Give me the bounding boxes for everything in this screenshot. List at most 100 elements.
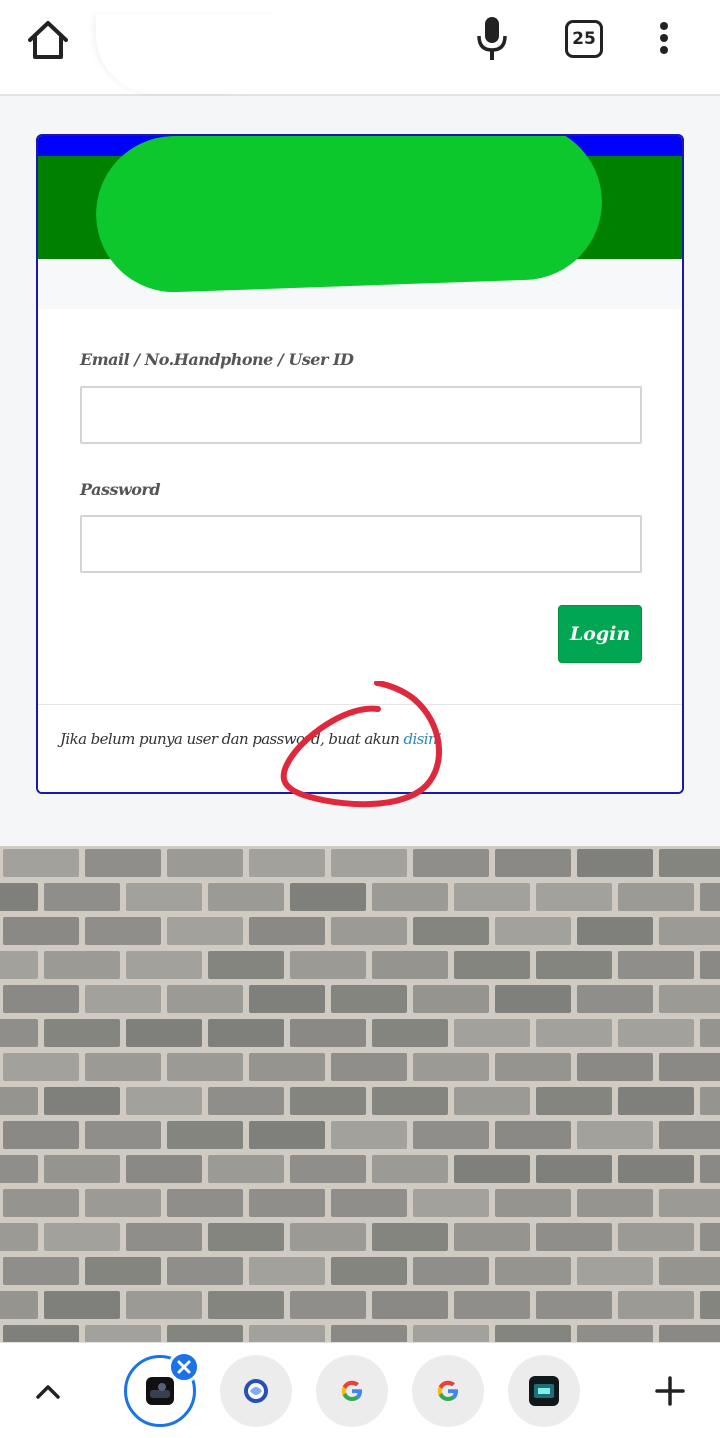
brick (577, 1189, 653, 1217)
microphone-icon (477, 17, 507, 60)
brick (44, 1019, 120, 1047)
brick (372, 1155, 448, 1183)
address-bar[interactable] (96, 14, 276, 94)
brick (208, 883, 284, 911)
brick (618, 951, 694, 979)
brick (659, 1189, 720, 1217)
brick (126, 1155, 202, 1183)
brick (413, 1325, 489, 1342)
brick (454, 1155, 530, 1183)
brick (331, 849, 407, 877)
home-button[interactable] (24, 18, 72, 62)
brick (495, 1053, 571, 1081)
tab-thumb-google-icon (437, 1380, 458, 1401)
brick (536, 951, 612, 979)
brick (167, 985, 243, 1013)
brick (536, 1087, 612, 1115)
email-field[interactable] (80, 386, 642, 444)
brick (372, 1087, 448, 1115)
brick (413, 1189, 489, 1217)
brick (85, 1121, 161, 1149)
brick (126, 951, 202, 979)
brick (331, 985, 407, 1013)
brick (495, 985, 571, 1013)
brick (0, 951, 38, 979)
brick (167, 1189, 243, 1217)
brick-wall-pattern (0, 846, 720, 1342)
brick (618, 883, 694, 911)
brick (249, 1053, 325, 1081)
brick (454, 1223, 530, 1251)
brick (331, 1053, 407, 1081)
login-button[interactable]: Login (558, 605, 642, 663)
brick (618, 1019, 694, 1047)
register-prompt: Jika belum punya user dan password, buat… (60, 730, 442, 748)
password-field[interactable] (80, 515, 642, 573)
brick (3, 849, 79, 877)
brick (167, 1257, 243, 1285)
brick (372, 951, 448, 979)
redaction-scribble (93, 136, 605, 295)
collapse-tab-strip-button[interactable] (30, 1373, 66, 1409)
brick (167, 849, 243, 877)
more-options-button[interactable] (652, 18, 676, 62)
brick (495, 1257, 571, 1285)
tab-thumb-2[interactable] (220, 1355, 292, 1427)
brick (167, 1053, 243, 1081)
brick (249, 1121, 325, 1149)
brick (454, 1087, 530, 1115)
brick (249, 849, 325, 877)
brick (700, 1155, 720, 1183)
brick (290, 1223, 366, 1251)
brick (0, 1155, 38, 1183)
brick (495, 1121, 571, 1149)
brick (3, 917, 79, 945)
brick (700, 1019, 720, 1047)
brick (0, 1291, 38, 1319)
brick (0, 883, 38, 911)
brick (3, 985, 79, 1013)
brick (659, 917, 720, 945)
brick (3, 1325, 79, 1342)
brick (618, 1223, 694, 1251)
brick (85, 1189, 161, 1217)
brick (290, 1019, 366, 1047)
brick (249, 1325, 325, 1342)
tab-thumb-3[interactable] (316, 1355, 388, 1427)
email-label: Email / No.Handphone / User ID (80, 350, 354, 369)
register-link[interactable]: disini (403, 730, 441, 748)
brick (290, 1291, 366, 1319)
brick (0, 1223, 38, 1251)
brick (208, 1019, 284, 1047)
brick (331, 1121, 407, 1149)
brick (577, 917, 653, 945)
plus-icon (655, 1376, 685, 1406)
close-tab-button[interactable] (168, 1351, 200, 1383)
tab-thumb-5[interactable] (508, 1355, 580, 1427)
brick (290, 1155, 366, 1183)
brick (536, 1019, 612, 1047)
brick (659, 1053, 720, 1081)
brick (659, 1325, 720, 1342)
brick (167, 917, 243, 945)
tab-thumb-google-icon (341, 1380, 362, 1401)
brick (618, 1087, 694, 1115)
tab-strip (0, 1342, 720, 1438)
brick (413, 917, 489, 945)
brick (44, 883, 120, 911)
brick (536, 1155, 612, 1183)
tab-switcher-button[interactable]: 25 (565, 20, 603, 58)
tab-thumb-dark-app-icon (529, 1376, 559, 1406)
brick (495, 1325, 571, 1342)
brick (126, 1019, 202, 1047)
brick (454, 1019, 530, 1047)
brick (700, 1087, 720, 1115)
brick (659, 1121, 720, 1149)
voice-search-button[interactable] (470, 14, 514, 64)
brick (3, 1257, 79, 1285)
brick (618, 1291, 694, 1319)
new-tab-button[interactable] (652, 1373, 688, 1409)
brick (495, 917, 571, 945)
tab-thumb-4[interactable] (412, 1355, 484, 1427)
brick (331, 1189, 407, 1217)
